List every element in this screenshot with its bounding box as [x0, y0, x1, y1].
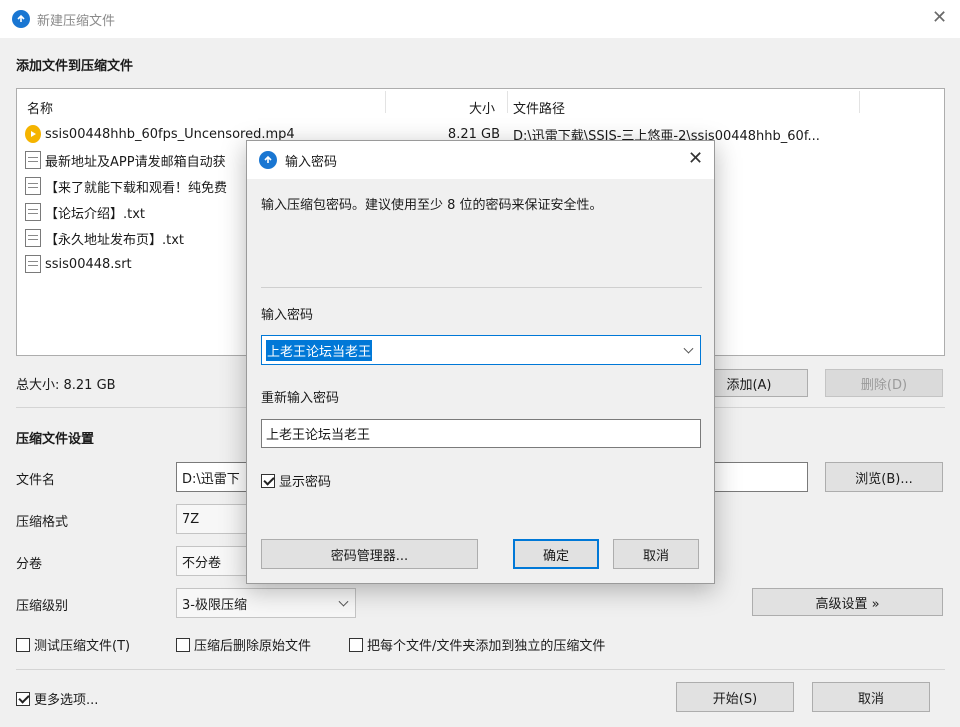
chevron-down-icon — [338, 596, 349, 607]
dialog-cancel-button[interactable]: 取消 — [613, 539, 699, 569]
app-logo-icon — [259, 151, 277, 169]
dialog-divider — [261, 287, 702, 288]
filename-label: 文件名 — [16, 473, 56, 488]
test-archive-label: 测试压缩文件(T) — [34, 639, 131, 654]
show-password-label: 显示密码 — [279, 475, 332, 490]
text-file-icon — [25, 229, 41, 247]
chevron-down-icon[interactable] — [683, 343, 694, 354]
separate-archives-checkbox[interactable] — [349, 637, 363, 652]
confirm-password-value: 上老王论坛当老王 — [266, 428, 371, 443]
window-title: 新建压缩文件 — [37, 14, 116, 29]
format-label: 压缩格式 — [16, 515, 69, 530]
ok-button[interactable]: 确定 — [513, 539, 599, 569]
settings-heading: 压缩文件设置 — [16, 432, 95, 447]
confirm-password-input[interactable]: 上老王论坛当老王 — [261, 419, 701, 448]
dialog-close-icon[interactable]: ✕ — [688, 150, 703, 168]
confirm-password-label: 重新输入密码 — [261, 391, 340, 406]
delete-after-checkbox[interactable] — [176, 637, 190, 652]
more-options-label: 更多选项... — [34, 693, 99, 708]
test-archive-checkbox[interactable] — [16, 637, 30, 652]
password-input[interactable]: 上老王论坛当老王 — [261, 335, 701, 365]
level-select[interactable]: 3-极限压缩 — [176, 588, 356, 618]
delete-button[interactable]: 删除(D) — [825, 369, 943, 397]
footer-divider — [16, 669, 945, 670]
start-button[interactable]: 开始(S) — [676, 682, 794, 712]
delete-after-option[interactable]: 压缩后删除原始文件 — [176, 635, 311, 654]
more-options-checkbox[interactable] — [16, 691, 30, 706]
separate-archives-label: 把每个文件/文件夹添加到独立的压缩文件 — [367, 639, 606, 654]
level-value: 3-极限压缩 — [182, 597, 247, 613]
more-options-option[interactable]: 更多选项... — [16, 689, 98, 708]
test-archive-option[interactable]: 测试压缩文件(T) — [16, 635, 130, 654]
column-divider[interactable] — [507, 91, 508, 113]
browse-button[interactable]: 浏览(B)... — [825, 462, 943, 492]
format-value: 7Z — [182, 511, 200, 527]
delete-after-label: 压缩后删除原始文件 — [194, 639, 312, 654]
password-manager-button[interactable]: 密码管理器... — [261, 539, 478, 569]
app-logo-icon — [12, 10, 30, 28]
advanced-settings-button[interactable]: 高级设置 » — [752, 588, 943, 616]
separate-archives-option[interactable]: 把每个文件/文件夹添加到独立的压缩文件 — [349, 635, 605, 654]
add-files-heading: 添加文件到压缩文件 — [16, 59, 134, 74]
password-label: 输入密码 — [261, 308, 314, 323]
text-file-icon — [25, 203, 41, 221]
text-file-icon — [25, 151, 41, 169]
column-header-path[interactable]: 文件路径 — [513, 98, 565, 117]
column-header-size[interactable]: 大小 — [469, 98, 495, 117]
show-password-checkbox[interactable] — [261, 473, 275, 488]
volume-value: 不分卷 — [182, 555, 222, 571]
dialog-title-bar: 输入密码 ✕ — [247, 141, 714, 179]
title-bar: 新建压缩文件 ✕ — [0, 0, 960, 38]
media-file-icon — [25, 125, 41, 143]
show-password-option[interactable]: 显示密码 — [261, 471, 331, 490]
column-divider[interactable] — [859, 91, 860, 113]
text-file-icon — [25, 177, 41, 195]
total-size: 总大小: 8.21 GB — [16, 378, 116, 393]
column-header-name[interactable]: 名称 — [27, 98, 53, 117]
cancel-button[interactable]: 取消 — [812, 682, 930, 712]
text-file-icon — [25, 255, 41, 273]
dialog-description: 输入压缩包密码。建议使用至少 8 位的密码来保证安全性。 — [261, 198, 603, 213]
dialog-title: 输入密码 — [285, 155, 338, 170]
column-divider[interactable] — [385, 91, 386, 113]
level-label: 压缩级别 — [16, 599, 69, 614]
volume-label: 分卷 — [16, 557, 43, 572]
password-value: 上老王论坛当老王 — [266, 339, 373, 361]
password-dialog: 输入密码 ✕ 输入压缩包密码。建议使用至少 8 位的密码来保证安全性。 输入密码… — [246, 140, 715, 584]
window-close-icon[interactable]: ✕ — [932, 9, 947, 27]
